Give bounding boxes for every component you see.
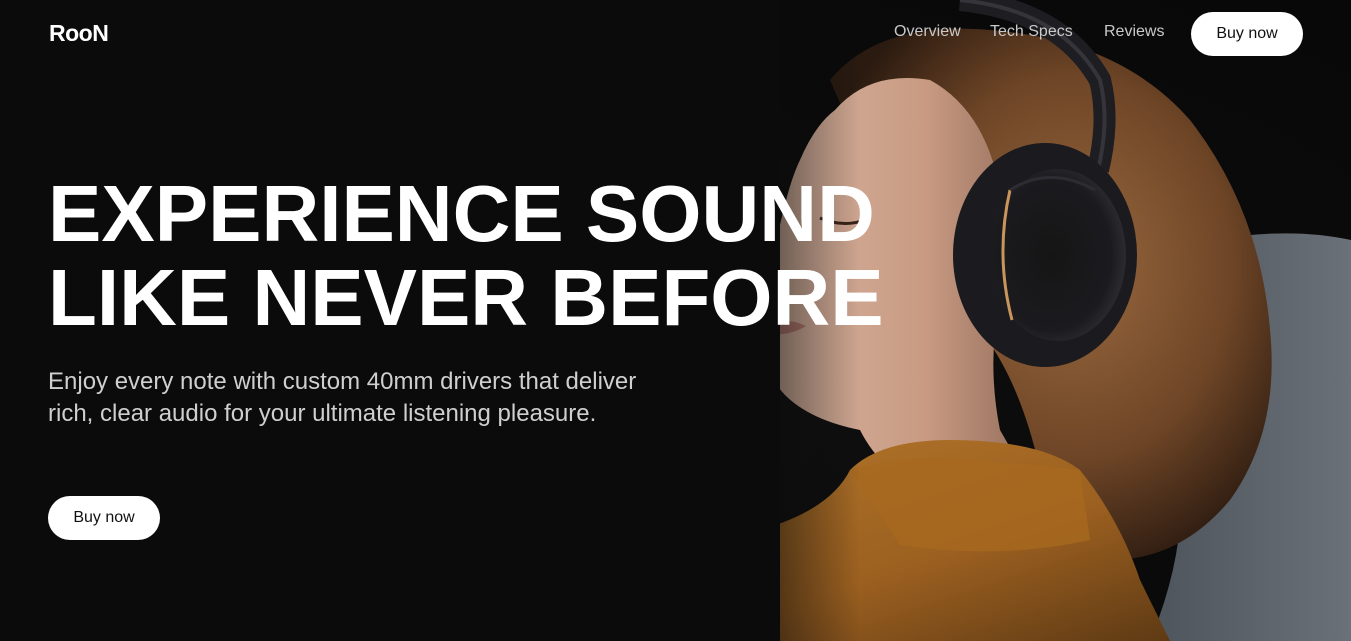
hero-buy-now-button[interactable]: Buy now bbox=[48, 496, 160, 540]
headline-line-1: EXPERIENCE SOUND bbox=[48, 169, 875, 258]
top-navigation: RooN Overview Tech Specs Reviews Buy now bbox=[0, 0, 1351, 66]
hero-description: Enjoy every note with custom 40mm driver… bbox=[48, 368, 637, 427]
hero-section: RooN Overview Tech Specs Reviews Buy now… bbox=[0, 0, 1351, 641]
headline-line-2: LIKE NEVER BEFORE bbox=[48, 253, 884, 342]
nav-link-reviews[interactable]: Reviews bbox=[1104, 23, 1164, 41]
nav-link-tech-specs[interactable]: Tech Specs bbox=[990, 23, 1073, 41]
brand-logo[interactable]: RooN bbox=[49, 20, 109, 47]
nav-link-overview[interactable]: Overview bbox=[894, 23, 961, 41]
hero-headline: EXPERIENCE SOUND LIKE NEVER BEFORE bbox=[48, 169, 884, 342]
nav-buy-now-button[interactable]: Buy now bbox=[1191, 12, 1303, 56]
